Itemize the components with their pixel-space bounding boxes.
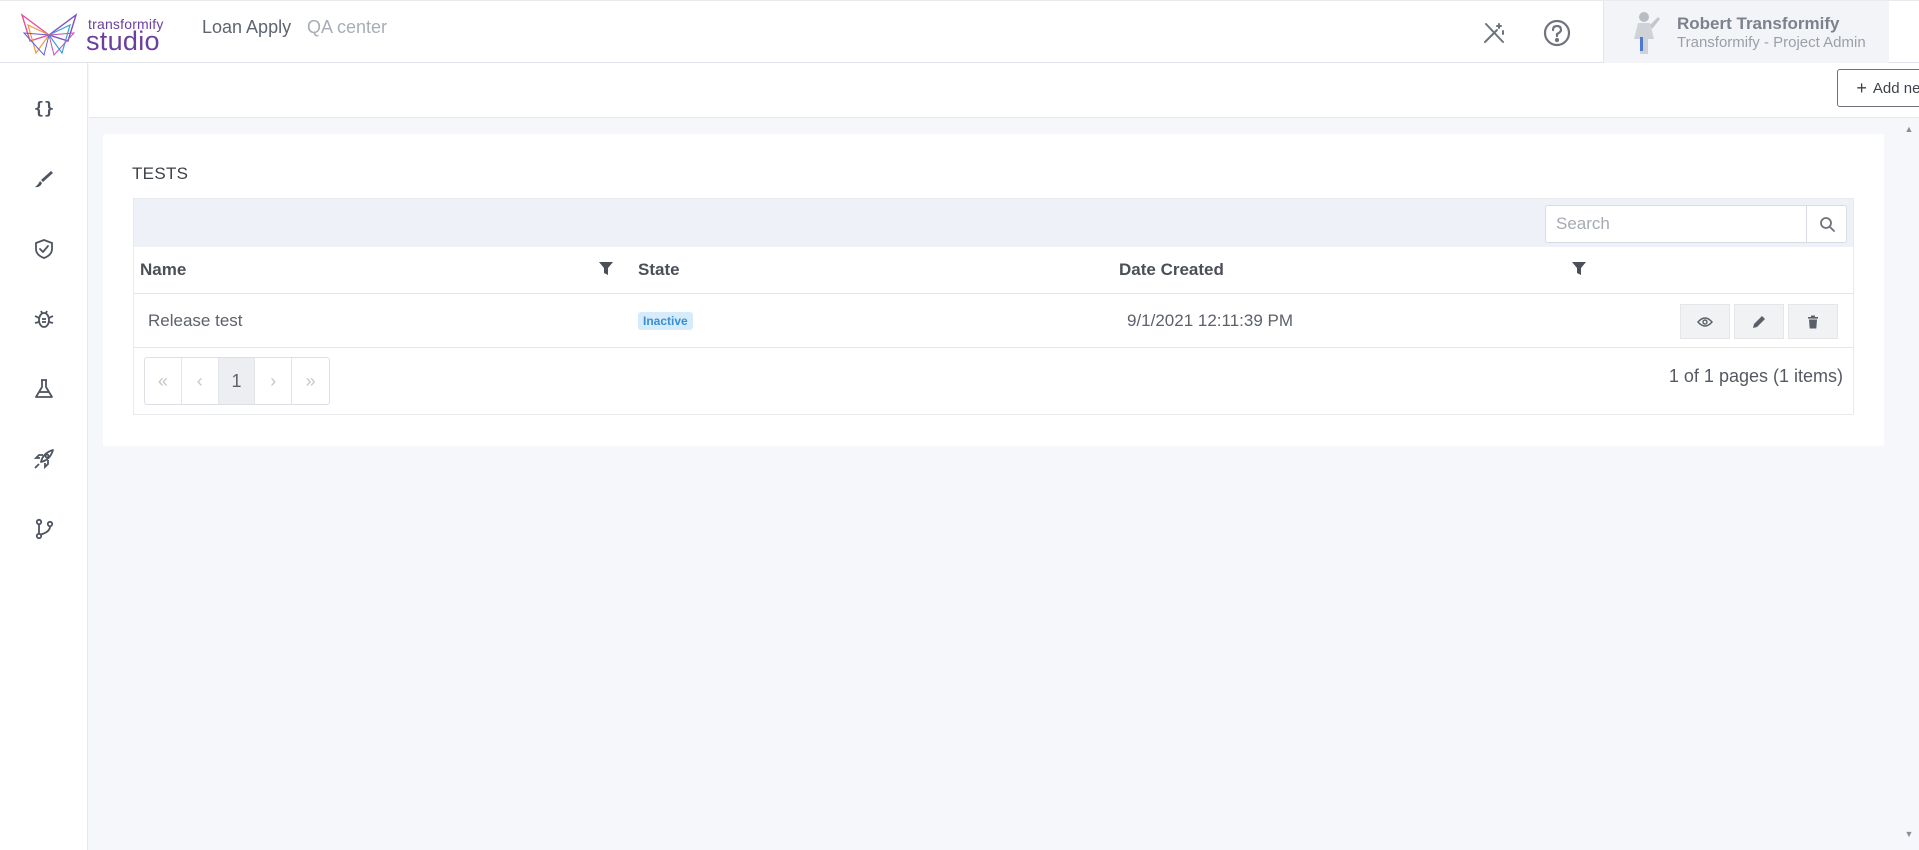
add-new-test-label: Add new test: [1872, 79, 1919, 97]
sidebar-item-deploy[interactable]: [28, 443, 60, 475]
add-new-test-button[interactable]: + Add new test: [1837, 69, 1919, 107]
page-number-button[interactable]: 1: [218, 358, 256, 404]
pagination-info: 1 of 1 pages (1 items): [1668, 366, 1843, 386]
top-header: transformify studio Loan Apply QA center…: [0, 0, 1919, 63]
first-page-button[interactable]: «: [145, 358, 182, 404]
magic-wand-off-icon[interactable]: [1478, 17, 1510, 49]
user-menu[interactable]: Robert Transformify Transformify - Proje…: [1603, 1, 1889, 63]
sidebar-item-debug[interactable]: [28, 303, 60, 335]
search-icon: [1819, 217, 1835, 232]
qa-center-link[interactable]: QA center: [307, 17, 387, 38]
sidebar-item-design[interactable]: [28, 163, 60, 195]
column-header-date-created[interactable]: Date Created: [1119, 260, 1224, 280]
shield-check-icon: [35, 239, 53, 259]
sidebar-item-security[interactable]: [28, 233, 60, 265]
sidebar-item-code[interactable]: {}: [28, 93, 60, 125]
tests-card: TESTS Name State Date Created: [103, 134, 1884, 446]
butterfly-logo-icon: [20, 13, 78, 57]
project-link[interactable]: Loan Apply: [202, 17, 291, 38]
pencil-icon: [1753, 315, 1765, 328]
sidebar-item-branches[interactable]: [28, 513, 60, 545]
scroll-up-arrow[interactable]: ▲: [1903, 124, 1915, 136]
page-title: TESTS: [132, 164, 189, 183]
filter-icon[interactable]: [596, 259, 616, 279]
trash-icon: [1808, 315, 1818, 328]
help-icon[interactable]: [1541, 17, 1573, 49]
table-row[interactable]: Release test Inactive 9/1/2021 12:11:39 …: [134, 294, 1853, 348]
rocket-icon: [33, 449, 54, 470]
last-page-button[interactable]: »: [292, 358, 329, 404]
column-header-state[interactable]: State: [638, 260, 680, 280]
search-input[interactable]: [1546, 206, 1806, 242]
bug-icon: [34, 310, 54, 328]
search-box: [1545, 205, 1847, 243]
sidebar: {}: [0, 63, 88, 850]
brush-icon: [35, 171, 53, 188]
pagination: « ‹ 1 › »: [144, 357, 330, 405]
filter-icon[interactable]: [1569, 259, 1589, 279]
next-page-button[interactable]: ›: [255, 358, 293, 404]
grid-header: Name State Date Created: [134, 247, 1853, 294]
edit-button[interactable]: [1734, 304, 1784, 339]
date-created-cell: 9/1/2021 12:11:39 PM: [1127, 311, 1294, 330]
page-toolbar: + Add new test: [89, 63, 1919, 118]
status-badge: Inactive: [638, 312, 693, 330]
column-header-name[interactable]: Name: [140, 260, 186, 280]
test-name-cell: Release test: [148, 311, 243, 330]
avatar: [1634, 12, 1660, 54]
logo-brand-main: studio: [86, 26, 160, 56]
app-logo[interactable]: transformify studio: [18, 11, 178, 57]
sidebar-item-qa[interactable]: [28, 373, 60, 405]
user-role: Transformify - Project Admin: [1677, 34, 1866, 51]
flask-icon: [35, 379, 53, 398]
scroll-down-arrow[interactable]: ▼: [1903, 829, 1915, 841]
view-button[interactable]: [1680, 304, 1730, 339]
grid-toolbar: [134, 199, 1853, 247]
git-branch-icon: [35, 518, 54, 540]
prev-page-button[interactable]: ‹: [182, 358, 219, 404]
braces-icon: {}: [33, 99, 55, 119]
eye-icon: [1697, 316, 1713, 327]
user-name: Robert Transformify: [1677, 14, 1840, 33]
plus-icon: +: [1856, 78, 1867, 98]
delete-button[interactable]: [1788, 304, 1838, 339]
search-button[interactable]: [1806, 206, 1846, 242]
tests-grid: Name State Date Created Release test Ina…: [133, 198, 1854, 415]
